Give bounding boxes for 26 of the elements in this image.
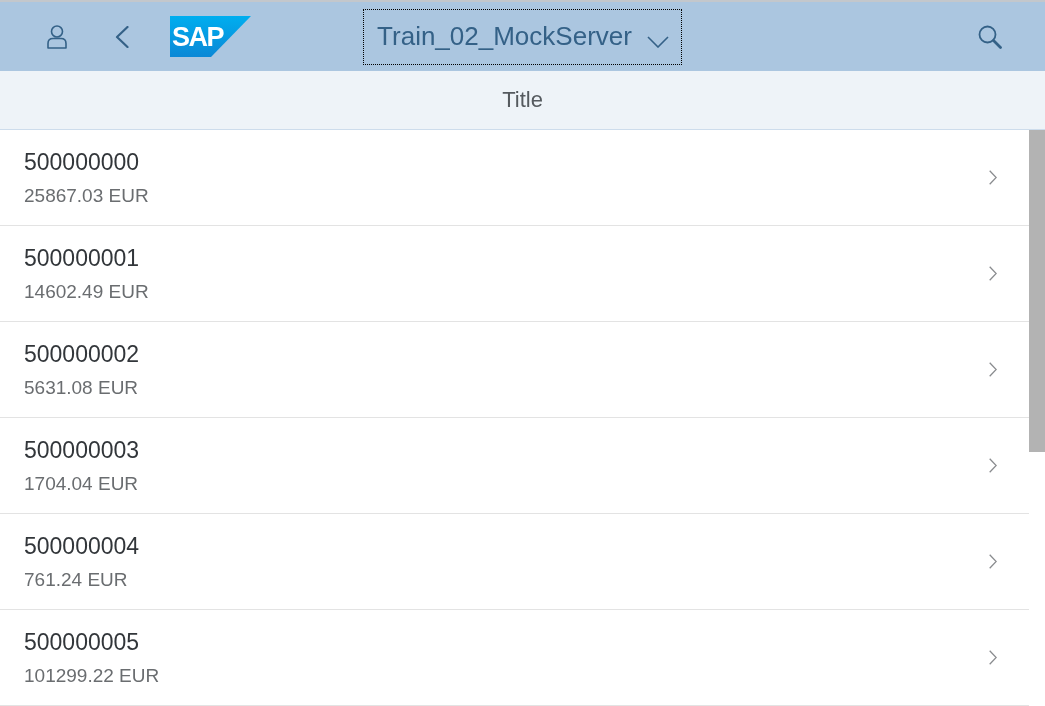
user-icon [47,24,67,49]
item-amount: 101299.22 EUR [24,663,160,688]
search-icon [978,24,1002,49]
item-number: 500000003 [24,435,140,464]
chevron-right-icon [989,554,997,569]
item-amount: 14602.49 EUR [24,279,149,304]
item-number: 500000004 [24,531,140,560]
scrollbar-thumb[interactable] [1029,130,1045,452]
item-number: 500000000 [24,147,140,176]
item-amount: 1704.04 EUR [24,471,139,496]
chevron-right-icon [989,458,997,473]
chevron-right-icon [989,362,997,377]
page-title: Title [502,86,543,114]
app-title-menu[interactable]: Train_02_MockServer [363,8,682,65]
item-number: 500000002 [24,339,140,368]
item-number: 500000005 [24,627,140,656]
back-icon [115,25,129,48]
chevron-right-icon [989,650,997,665]
item-number: 500000001 [24,243,140,272]
item-amount: 25867.03 EUR [24,183,149,208]
logo: SAP [170,16,251,57]
caret-down-icon [646,35,669,48]
chevron-right-icon [989,266,997,281]
chevron-right-icon [989,170,997,185]
item-amount: 5631.08 EUR [24,375,139,400]
item-amount: 761.24 EUR [24,567,128,592]
